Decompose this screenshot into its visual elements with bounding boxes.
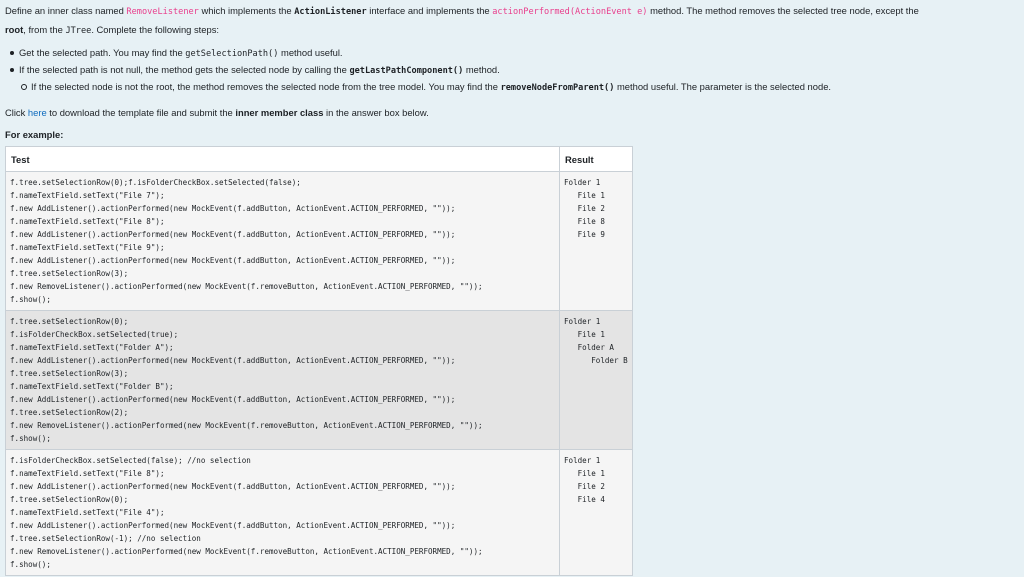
code-line: f.nameTextField.setText("File 7"); <box>10 191 165 200</box>
code-line: f.nameTextField.setText("Folder B"); <box>10 382 174 391</box>
result-line: Folder A <box>564 343 614 352</box>
method-code: removeNodeFromParent() <box>500 83 615 93</box>
step-text: method useful. <box>278 47 343 58</box>
result-line: Folder B <box>564 356 628 365</box>
code-line: f.nameTextField.setText("File 9"); <box>10 243 165 252</box>
code-line: f.nameTextField.setText("File 8"); <box>10 217 165 226</box>
interface-name-code: ActionListener <box>294 7 367 17</box>
intro-text: Define an inner class named <box>5 5 127 16</box>
step-text: If the selected path is not null, the me… <box>19 64 350 75</box>
instruction-text: to download the template file and submit… <box>46 107 236 118</box>
result-line: File 2 <box>564 482 605 491</box>
steps-list: Get the selected path. You may find the … <box>5 45 1019 96</box>
method-code: getLastPathComponent() <box>349 66 464 76</box>
code-line: f.new RemoveListener().actionPerformed(n… <box>10 282 483 291</box>
code-line: f.new AddListener().actionPerformed(new … <box>10 230 456 239</box>
intro-text: method. The method removes the selected … <box>647 5 919 16</box>
result-line: File 8 <box>564 217 605 226</box>
example-label: For example: <box>5 129 64 140</box>
result-cell: Folder 1 File 1 File 2 File 4 <box>559 449 633 576</box>
result-line: File 4 <box>564 495 605 504</box>
result-line: Folder 1 <box>564 178 601 187</box>
table-header-row: Test Result <box>5 146 633 172</box>
instruction-text: Click <box>5 107 28 118</box>
result-cell: Folder 1 File 1 File 2 File 8 File 9 <box>559 171 633 311</box>
code-line: f.tree.setSelectionRow(3); <box>10 269 129 278</box>
result-line: File 1 <box>564 191 605 200</box>
step-text: Get the selected path. You may find the <box>19 47 186 58</box>
download-link[interactable]: here <box>28 107 47 118</box>
code-line: f.new AddListener().actionPerformed(new … <box>10 521 456 530</box>
code-line: f.new AddListener().actionPerformed(new … <box>10 356 456 365</box>
result-line: File 9 <box>564 230 605 239</box>
code-line: f.new AddListener().actionPerformed(new … <box>10 204 456 213</box>
method-signature-code: actionPerformed(ActionEvent e) <box>492 7 648 17</box>
test-cell: f.tree.setSelectionRow(0); f.isFolderChec… <box>5 310 560 450</box>
result-cell: Folder 1 File 1 Folder A Folder B <box>559 310 633 450</box>
step-item: Get the selected path. You may find the … <box>10 45 1019 62</box>
step-text: method useful. The parameter is the sele… <box>614 81 832 92</box>
code-line: f.isFolderCheckBox.setSelected(false); /… <box>10 456 251 465</box>
step-item: If the selected path is not null, the me… <box>10 62 1019 79</box>
code-line: f.new RemoveListener().actionPerformed(n… <box>10 421 483 430</box>
root-word: root <box>5 24 24 35</box>
code-line: f.show(); <box>10 434 51 443</box>
code-line: f.new RemoveListener().actionPerformed(n… <box>10 547 483 556</box>
code-line: f.nameTextField.setText("File 4"); <box>10 508 165 517</box>
column-header-test: Test <box>5 146 560 172</box>
test-cell: f.tree.setSelectionRow(0);f.isFolderChec… <box>5 171 560 311</box>
code-line: f.tree.setSelectionRow(-1); //no selecti… <box>10 534 201 543</box>
code-line: f.show(); <box>10 295 51 304</box>
result-line: Folder 1 <box>564 456 601 465</box>
code-line: f.tree.setSelectionRow(0); <box>10 495 129 504</box>
class-name-code: RemoveListener <box>126 7 199 17</box>
intro-text: . Complete the following steps: <box>91 24 219 35</box>
result-line: File 1 <box>564 330 605 339</box>
code-line: f.show(); <box>10 560 51 569</box>
table-row: f.tree.setSelectionRow(0); f.isFolderChec… <box>5 310 633 450</box>
instruction-text: in the answer box below. <box>323 107 429 118</box>
code-line: f.new AddListener().actionPerformed(new … <box>10 395 456 404</box>
method-code: getSelectionPath() <box>185 49 279 59</box>
code-line: f.new AddListener().actionPerformed(new … <box>10 482 456 491</box>
intro-text: which implements the <box>198 5 295 16</box>
intro-text: , from the <box>23 24 66 35</box>
result-line: File 1 <box>564 469 605 478</box>
download-instruction: Click here to download the template file… <box>5 104 1019 121</box>
jtree-code: JTree <box>65 26 92 36</box>
sub-step-item: If the selected node is not the root, th… <box>19 79 1019 96</box>
result-line: Folder 1 <box>564 317 601 326</box>
step-text: method. <box>463 64 500 75</box>
table-body: f.tree.setSelectionRow(0); f.isFolderChec… <box>5 171 633 576</box>
step-text: If the selected node is not the root, th… <box>31 81 501 92</box>
result-line: File 2 <box>564 204 605 213</box>
code-line: f.tree.setSelectionRow(2); <box>10 408 129 417</box>
table-row: f.tree.setSelectionRow(0);f.isFolderChec… <box>5 171 633 311</box>
instruction-bold: inner member class <box>235 107 324 118</box>
code-line: f.tree.setSelectionRow(0); <box>10 317 129 326</box>
code-line: f.tree.setSelectionRow(3); <box>10 369 129 378</box>
table-row: f.isFolderCheckBox.setSelected(false); /… <box>5 449 633 576</box>
code-line: f.tree.setSelectionRow(0);f.isFolderChec… <box>10 178 301 187</box>
code-line: f.nameTextField.setText("File 8"); <box>10 469 165 478</box>
test-cell: f.isFolderCheckBox.setSelected(false); /… <box>5 449 560 576</box>
column-header-result: Result <box>559 146 633 172</box>
intro-text: interface and implements the <box>366 5 493 16</box>
examples-table: Test Result f.tree.setSelectionRow(0); f.… <box>5 146 633 576</box>
question-text: Define an inner class named RemoveListen… <box>0 0 1024 576</box>
intro-paragraph: Define an inner class named RemoveListen… <box>5 2 1019 40</box>
code-line: f.nameTextField.setText("Folder A"); <box>10 343 174 352</box>
code-line: f.new AddListener().actionPerformed(new … <box>10 256 456 265</box>
code-line: f.isFolderCheckBox.setSelected(true); <box>10 330 179 339</box>
